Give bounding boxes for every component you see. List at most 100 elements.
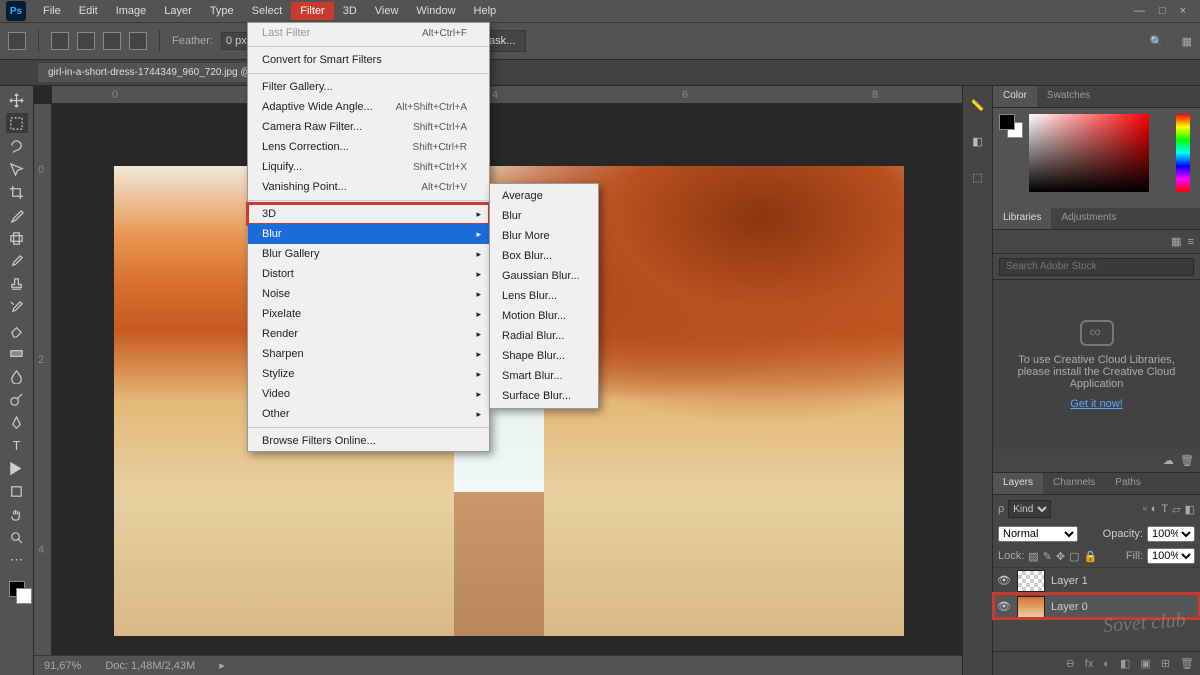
filter-adjust-icon[interactable]: ◐ — [1151, 503, 1158, 515]
shape-tool[interactable] — [6, 481, 28, 501]
crop-tool[interactable] — [6, 182, 28, 202]
selection-new-icon[interactable] — [51, 32, 69, 50]
tool-preset-icon[interactable] — [8, 32, 26, 50]
menu-convert-smart[interactable]: Convert for Smart Filters — [248, 50, 489, 70]
history-brush-tool[interactable] — [6, 297, 28, 317]
selection-add-icon[interactable] — [77, 32, 95, 50]
dodge-tool[interactable] — [6, 389, 28, 409]
group-icon[interactable]: ▣ — [1140, 657, 1150, 670]
blur-motion[interactable]: Motion Blur... — [490, 306, 598, 326]
menu-adaptive-wide[interactable]: Adaptive Wide Angle...Alt+Shift+Ctrl+A — [248, 97, 489, 117]
gradient-tool[interactable] — [6, 343, 28, 363]
layers-strip-icon[interactable]: ◧ — [969, 132, 987, 150]
blur-surface[interactable]: Surface Blur... — [490, 386, 598, 406]
visibility-icon[interactable]: 👁 — [997, 574, 1011, 588]
menu-edit[interactable]: Edit — [70, 2, 107, 20]
filter-shape-icon[interactable]: ▱ — [1172, 503, 1180, 516]
lock-all-icon[interactable]: 🔒 — [1084, 550, 1098, 563]
menu-other-sub[interactable]: Other▸ — [248, 404, 489, 424]
menu-distort-sub[interactable]: Distort▸ — [248, 264, 489, 284]
menu-browse-filters[interactable]: Browse Filters Online... — [248, 431, 489, 451]
fx-icon[interactable]: fx — [1085, 658, 1094, 670]
layer-name[interactable]: Layer 1 — [1051, 575, 1088, 587]
eyedropper-tool[interactable] — [6, 205, 28, 225]
menu-sharpen-sub[interactable]: Sharpen▸ — [248, 344, 489, 364]
blur-average[interactable]: Average — [490, 186, 598, 206]
status-arrow-icon[interactable]: ▸ — [219, 659, 225, 672]
menu-blur-sub[interactable]: Blur▸ — [248, 224, 489, 244]
menu-3d[interactable]: 3D — [334, 2, 366, 20]
tab-adjustments[interactable]: Adjustments — [1051, 208, 1126, 229]
color-field[interactable] — [1029, 114, 1149, 192]
selection-subtract-icon[interactable] — [103, 32, 121, 50]
lasso-tool[interactable] — [6, 136, 28, 156]
tab-paths[interactable]: Paths — [1105, 473, 1151, 494]
maximize-icon[interactable]: □ — [1159, 5, 1166, 17]
eraser-tool[interactable] — [6, 320, 28, 340]
layer-name[interactable]: Layer 0 — [1051, 601, 1088, 613]
opacity-select[interactable]: 100% — [1147, 526, 1195, 542]
menu-vanishing-point[interactable]: Vanishing Point...Alt+Ctrl+V — [248, 177, 489, 197]
get-it-now-link[interactable]: Get it now! — [1070, 398, 1123, 410]
menu-video-sub[interactable]: Video▸ — [248, 384, 489, 404]
menu-help[interactable]: Help — [465, 2, 506, 20]
move-tool[interactable] — [6, 90, 28, 110]
menu-stylize-sub[interactable]: Stylize▸ — [248, 364, 489, 384]
menu-noise-sub[interactable]: Noise▸ — [248, 284, 489, 304]
blur-blur[interactable]: Blur — [490, 206, 598, 226]
close-icon[interactable]: × — [1180, 5, 1186, 17]
blur-more[interactable]: Blur More — [490, 226, 598, 246]
blur-radial[interactable]: Radial Blur... — [490, 326, 598, 346]
path-tool[interactable] — [6, 458, 28, 478]
menu-liquify[interactable]: Liquify...Shift+Ctrl+X — [248, 157, 489, 177]
healing-tool[interactable] — [6, 228, 28, 248]
stock-search-input[interactable] — [999, 258, 1194, 276]
blur-lens[interactable]: Lens Blur... — [490, 286, 598, 306]
stamp-tool[interactable] — [6, 274, 28, 294]
menu-lens-correction[interactable]: Lens Correction...Shift+Ctrl+R — [248, 137, 489, 157]
blur-smart[interactable]: Smart Blur... — [490, 366, 598, 386]
tab-color[interactable]: Color — [993, 86, 1037, 107]
blur-shape[interactable]: Shape Blur... — [490, 346, 598, 366]
tab-swatches[interactable]: Swatches — [1037, 86, 1100, 107]
cloud-sync-icon[interactable]: ☁ — [1163, 454, 1174, 467]
blur-tool[interactable] — [6, 366, 28, 386]
hue-slider[interactable] — [1176, 114, 1190, 192]
trash-icon[interactable]: 🗑 — [1180, 454, 1194, 467]
menu-pixelate-sub[interactable]: Pixelate▸ — [248, 304, 489, 324]
lock-position-icon[interactable]: ✥ — [1056, 550, 1065, 563]
marquee-tool[interactable] — [6, 113, 28, 133]
lock-artboard-icon[interactable]: ▢ — [1069, 550, 1079, 563]
filter-kind-select[interactable]: Kind — [1008, 500, 1051, 518]
filter-type-icon[interactable]: T — [1161, 503, 1168, 515]
visibility-icon[interactable]: 👁 — [997, 600, 1011, 614]
menu-render-sub[interactable]: Render▸ — [248, 324, 489, 344]
lock-transparent-icon[interactable]: ▨ — [1028, 550, 1038, 563]
filter-pixel-icon[interactable]: ▫ — [1143, 503, 1147, 515]
menu-layer[interactable]: Layer — [155, 2, 201, 20]
menu-type[interactable]: Type — [201, 2, 243, 20]
document-tab[interactable]: girl-in-a-short-dress-1744349_960_720.jp… — [38, 63, 261, 82]
minimize-icon[interactable]: — — [1134, 5, 1145, 17]
menu-filter[interactable]: Filter — [291, 2, 333, 20]
menu-blur-gallery-sub[interactable]: Blur Gallery▸ — [248, 244, 489, 264]
tab-layers[interactable]: Layers — [993, 473, 1043, 494]
menu-filter-gallery[interactable]: Filter Gallery... — [248, 77, 489, 97]
layer-thumb[interactable] — [1017, 596, 1045, 618]
blur-gaussian[interactable]: Gaussian Blur... — [490, 266, 598, 286]
list-view-icon[interactable]: ≡ — [1188, 236, 1194, 248]
new-layer-icon[interactable]: ⊞ — [1161, 657, 1170, 670]
adjustment-layer-icon[interactable]: ◧ — [1120, 657, 1130, 670]
blur-box[interactable]: Box Blur... — [490, 246, 598, 266]
tab-channels[interactable]: Channels — [1043, 473, 1105, 494]
layer-row[interactable]: 👁 Layer 1 — [993, 567, 1200, 593]
quick-select-tool[interactable] — [6, 159, 28, 179]
lock-pixels-icon[interactable]: ✎ — [1043, 550, 1052, 563]
color-swatch-icon[interactable] — [6, 579, 28, 599]
menu-last-filter[interactable]: Last FilterAlt+Ctrl+F — [248, 23, 489, 43]
zoom-level[interactable]: 91,67% — [44, 660, 81, 672]
ruler-horizontal[interactable]: 0 2 4 6 8 — [52, 86, 962, 104]
menu-3d-sub[interactable]: 3D▸ — [248, 204, 489, 224]
fill-select[interactable]: 100% — [1147, 548, 1195, 564]
menu-file[interactable]: File — [34, 2, 70, 20]
